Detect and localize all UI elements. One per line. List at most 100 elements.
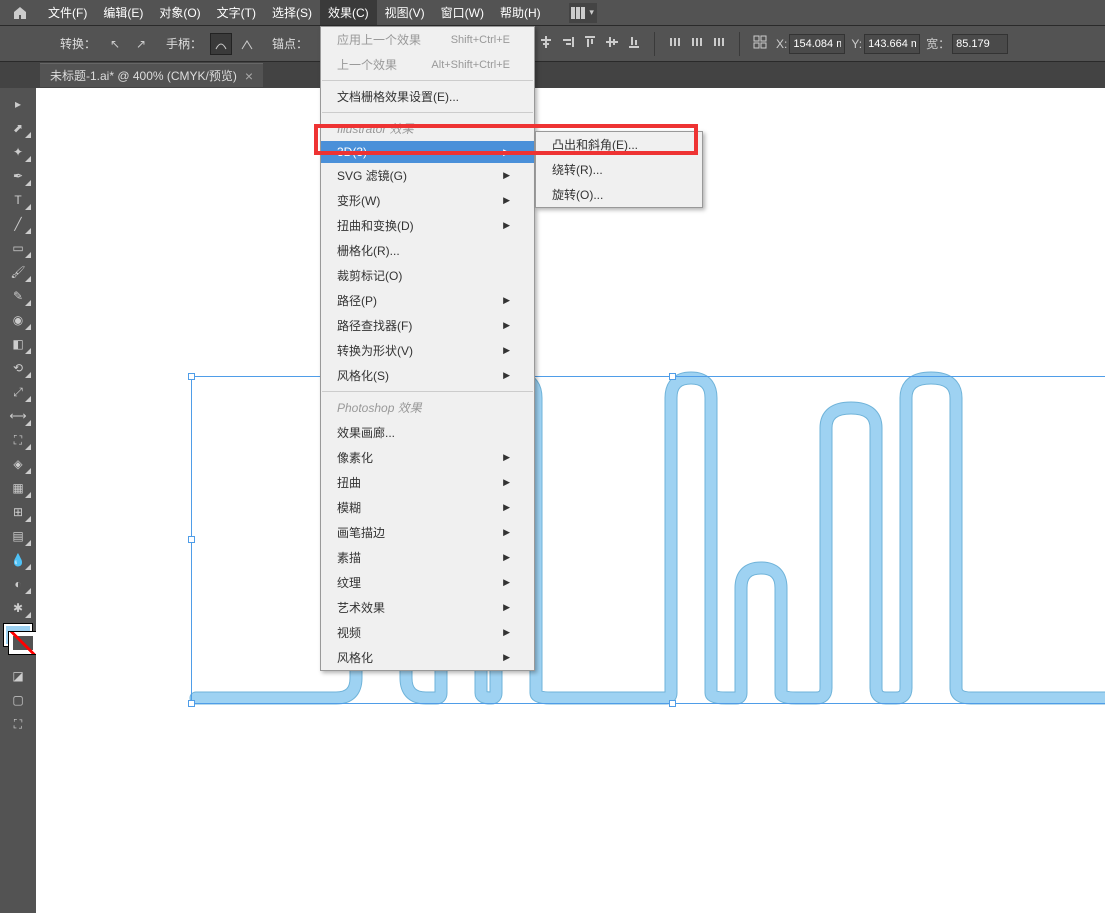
rectangle-tool[interactable]: ▭ xyxy=(3,236,33,260)
align-bottom-icon[interactable] xyxy=(624,32,644,52)
pen-tool[interactable]: ✒ xyxy=(3,164,33,188)
dd-3d[interactable]: 3D(3)▶ xyxy=(321,141,534,163)
dd-stylize-i[interactable]: 风格化(S)▶ xyxy=(321,363,534,388)
dd-pathfinder[interactable]: 路径查找器(F)▶ xyxy=(321,313,534,338)
w-input[interactable] xyxy=(952,34,1008,54)
line-tool[interactable]: ╱ xyxy=(3,212,33,236)
menu-effect[interactable]: 效果(C) xyxy=(320,0,377,25)
rotate-tool[interactable]: ⟲ xyxy=(3,356,33,380)
convert-anchor-icon[interactable]: ↖ xyxy=(104,33,126,55)
document-tab[interactable]: 未标题-1.ai* @ 400% (CMYK/预览) × xyxy=(40,63,263,87)
toolbox: ▸ ⬈ ✦ ✒ T ╱ ▭ 🖌 ✎ ◉ ◧ ⟲ ⤢ ⟷ ⛶ ◈ ▦ ⊞ ▤ 💧 … xyxy=(0,88,36,913)
dd-photoshop-header: Photoshop 效果 xyxy=(321,395,534,420)
pencil-tool[interactable]: ✎ xyxy=(3,284,33,308)
x-input[interactable] xyxy=(789,34,845,54)
blob-brush-tool[interactable]: ◉ xyxy=(3,308,33,332)
dd-brush-strokes[interactable]: 画笔描边▶ xyxy=(321,520,534,545)
dd-effect-gallery[interactable]: 效果画廊... xyxy=(321,420,534,445)
color-mode-icon[interactable]: ◪ xyxy=(3,664,33,688)
dd-distort-p[interactable]: 扭曲▶ xyxy=(321,470,534,495)
anchor-label: 锚点： xyxy=(272,35,308,52)
workspace-switcher[interactable] xyxy=(569,3,597,23)
mesh-tool[interactable]: ⊞ xyxy=(3,500,33,524)
dd-stylize-p[interactable]: 风格化▶ xyxy=(321,645,534,670)
dd-artistic[interactable]: 艺术效果▶ xyxy=(321,595,534,620)
dd-pixelate[interactable]: 像素化▶ xyxy=(321,445,534,470)
selection-handle[interactable] xyxy=(669,373,676,380)
menu-help[interactable]: 帮助(H) xyxy=(492,0,549,25)
dist-1-icon[interactable] xyxy=(665,32,685,52)
dd-warp[interactable]: 变形(W)▶ xyxy=(321,188,534,213)
blend-tool[interactable]: ◐ xyxy=(3,572,33,596)
x-coord: X: xyxy=(776,34,845,54)
dd-distort[interactable]: 扭曲和变换(D)▶ xyxy=(321,213,534,238)
handle-icon-2[interactable] xyxy=(236,33,258,55)
dd-illustrator-header: Illustrator 效果 xyxy=(321,116,534,141)
eyedropper-tool[interactable]: 💧 xyxy=(3,548,33,572)
selection-handle[interactable] xyxy=(669,700,676,707)
dd-convert-shape[interactable]: 转换为形状(V)▶ xyxy=(321,338,534,363)
type-tool[interactable]: T xyxy=(3,188,33,212)
selection-handle[interactable] xyxy=(188,536,195,543)
dist-2-icon[interactable] xyxy=(687,32,707,52)
direct-selection-tool[interactable]: ⬈ xyxy=(3,116,33,140)
w-coord: 宽： xyxy=(926,34,1008,54)
submenu-3d: 凸出和斜角(E)... 绕转(R)... 旋转(O)... xyxy=(535,131,703,208)
selection-tool[interactable]: ▸ xyxy=(3,92,33,116)
dd-doc-raster[interactable]: 文档栅格效果设置(E)... xyxy=(321,84,534,109)
y-input[interactable] xyxy=(864,34,920,54)
dd-sketch[interactable]: 素描▶ xyxy=(321,545,534,570)
brush-tool[interactable]: 🖌 xyxy=(3,260,33,284)
align-right-icon[interactable] xyxy=(558,32,578,52)
align-hcenter-icon[interactable] xyxy=(536,32,556,52)
selection-handle[interactable] xyxy=(188,700,195,707)
handle-icon-1[interactable] xyxy=(210,33,232,55)
selection-handle[interactable] xyxy=(188,373,195,380)
menu-select[interactable]: 选择(S) xyxy=(264,0,320,25)
scale-tool[interactable]: ⤢ xyxy=(3,380,33,404)
menu-file[interactable]: 文件(F) xyxy=(40,0,95,25)
perspective-tool[interactable]: ▦ xyxy=(3,476,33,500)
dd-rasterize[interactable]: 栅格化(R)... xyxy=(321,238,534,263)
menu-window[interactable]: 窗口(W) xyxy=(433,0,492,25)
transform-label: 转换： xyxy=(60,35,96,52)
effects-dropdown: 应用上一个效果Shift+Ctrl+E 上一个效果Alt+Shift+Ctrl+… xyxy=(320,26,535,671)
convert-smooth-icon[interactable]: ↗ xyxy=(130,33,152,55)
canvas[interactable] xyxy=(36,88,1105,913)
align-top-icon[interactable] xyxy=(580,32,600,52)
y-label: Y: xyxy=(851,37,862,51)
menu-object[interactable]: 对象(O) xyxy=(151,0,208,25)
dd-crop-marks[interactable]: 裁剪标记(O) xyxy=(321,263,534,288)
align-icons xyxy=(514,32,770,56)
dd-texture[interactable]: 纹理▶ xyxy=(321,570,534,595)
dd-last-effect: 上一个效果Alt+Shift+Ctrl+E xyxy=(321,52,534,77)
control-bar: 转换： ↖ ↗ 手柄： 锚点： X: Y: 宽： xyxy=(0,26,1105,62)
dd-svg-filters[interactable]: SVG 滤镜(G)▶ xyxy=(321,163,534,188)
eraser-tool[interactable]: ◧ xyxy=(3,332,33,356)
dist-3-icon[interactable] xyxy=(709,32,729,52)
grid-icon[interactable] xyxy=(750,32,770,52)
workspace: ▸ ⬈ ✦ ✒ T ╱ ▭ 🖌 ✎ ◉ ◧ ⟲ ⤢ ⟷ ⛶ ◈ ▦ ⊞ ▤ 💧 … xyxy=(0,88,1105,913)
align-vcenter-icon[interactable] xyxy=(602,32,622,52)
stroke-swatch[interactable] xyxy=(9,632,37,654)
menu-view[interactable]: 视图(V) xyxy=(377,0,433,25)
screen-mode-icon[interactable]: ⛶ xyxy=(3,712,33,736)
gradient-tool[interactable]: ▤ xyxy=(3,524,33,548)
free-transform-tool[interactable]: ⛶ xyxy=(3,428,33,452)
home-icon[interactable] xyxy=(8,1,32,25)
sub-extrude-bevel[interactable]: 凸出和斜角(E)... xyxy=(536,132,702,157)
handle-label: 手柄： xyxy=(166,35,202,52)
sub-rotate[interactable]: 旋转(O)... xyxy=(536,182,702,207)
draw-mode-icon[interactable]: ▢ xyxy=(3,688,33,712)
sub-revolve[interactable]: 绕转(R)... xyxy=(536,157,702,182)
symbol-sprayer-tool[interactable]: ✱ xyxy=(3,596,33,620)
dd-blur[interactable]: 模糊▶ xyxy=(321,495,534,520)
dd-path[interactable]: 路径(P)▶ xyxy=(321,288,534,313)
width-tool[interactable]: ⟷ xyxy=(3,404,33,428)
tab-close-icon[interactable]: × xyxy=(245,68,253,84)
menu-edit[interactable]: 编辑(E) xyxy=(95,0,151,25)
menu-type[interactable]: 文字(T) xyxy=(209,0,264,25)
dd-video[interactable]: 视频▶ xyxy=(321,620,534,645)
magic-wand-tool[interactable]: ✦ xyxy=(3,140,33,164)
shape-builder-tool[interactable]: ◈ xyxy=(3,452,33,476)
